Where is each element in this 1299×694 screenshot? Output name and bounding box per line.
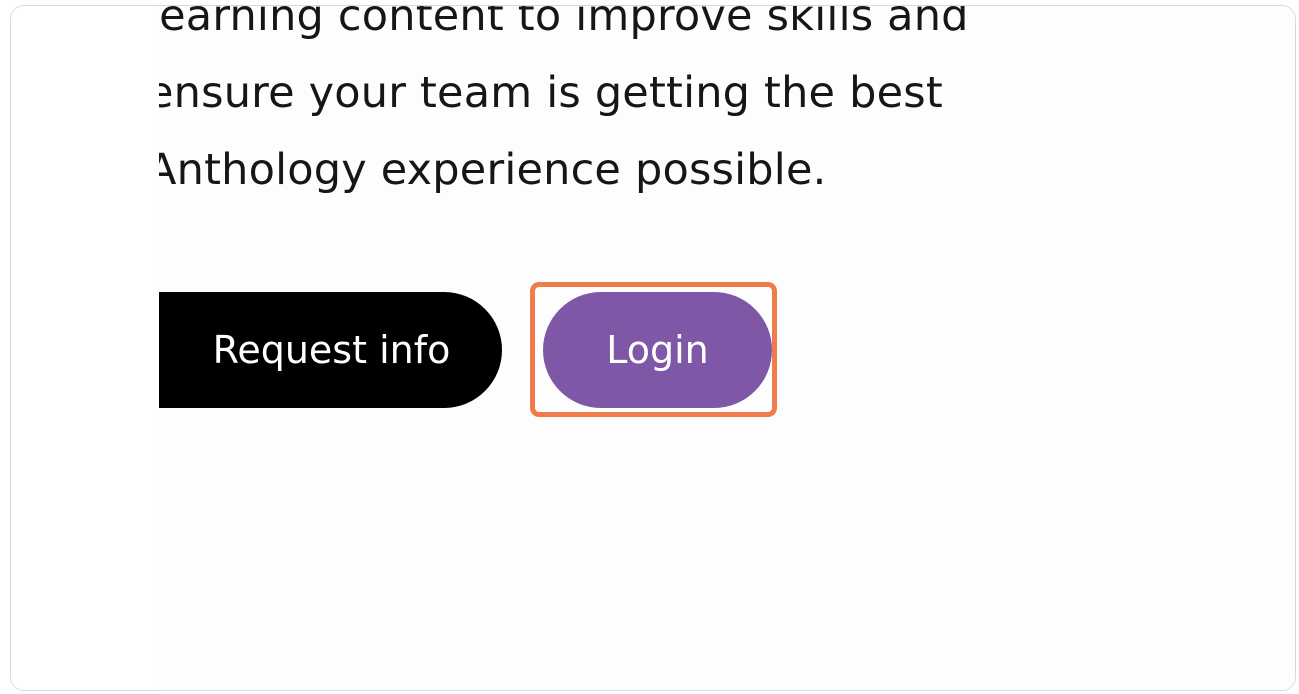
intro-paragraph: learning content to improve skills and e… (159, 6, 1147, 209)
paragraph-line-3: Anthology experience possible. (159, 145, 827, 195)
page-content: learning content to improve skills and e… (159, 6, 1295, 690)
request-info-label: Request info (212, 328, 451, 372)
login-button[interactable]: Login (543, 292, 772, 408)
screenshot-frame: learning content to improve skills and e… (10, 5, 1296, 691)
paragraph-line-2: ensure your team is getting the best (159, 68, 943, 118)
paragraph-line-1: learning content to improve skills and (159, 6, 969, 41)
login-label: Login (606, 328, 709, 372)
request-info-button[interactable]: Request info (159, 292, 502, 408)
left-margin (11, 6, 159, 690)
